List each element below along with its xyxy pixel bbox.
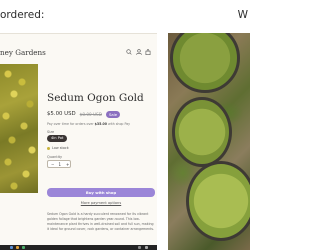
sale-badge: Sale <box>105 110 121 118</box>
more-payment-options-link[interactable]: More payment options <box>47 201 155 205</box>
price-row: $5.00 USD $8.00 USD Sale <box>47 110 121 118</box>
installments-post: with shop Pay <box>106 122 131 126</box>
installments-note: Pay over time for orders over $35.00 wit… <box>47 122 130 126</box>
product-title: Sedum Ogon Gold <box>47 92 144 104</box>
user-icon[interactable] <box>136 49 142 55</box>
sale-price: $5.00 USD <box>47 111 76 117</box>
quantity-plus-button[interactable]: + <box>66 162 69 167</box>
pot-shape <box>186 161 250 241</box>
buy-with-shop-button[interactable]: Buy with shop <box>47 188 155 197</box>
size-label: Size <box>47 130 55 134</box>
bag-icon[interactable] <box>145 49 151 55</box>
size-option-button[interactable]: 4in Pot <box>47 135 68 142</box>
taskbar-tray-icon[interactable] <box>145 246 148 249</box>
taskbar-tray-icon[interactable] <box>138 246 141 249</box>
taskbar-app-icon[interactable] <box>16 246 19 249</box>
search-icon[interactable] <box>126 49 132 55</box>
quantity-label: Quantity <box>47 155 63 159</box>
potted-sedum-photo <box>168 33 250 250</box>
intro-right-fragment: W <box>237 9 248 21</box>
compare-price: $8.00 USD <box>79 111 102 117</box>
taskbar-app-icon[interactable] <box>22 246 25 249</box>
stock-text: Low stock <box>52 146 69 150</box>
product-description: Sedum Ogon Gold is a hardy succulent ren… <box>47 212 155 231</box>
installments-pre: Pay over time for orders over <box>47 122 95 126</box>
pot-shape <box>170 33 240 93</box>
stock-dot-icon <box>47 146 50 150</box>
pot-shape <box>172 97 232 167</box>
os-taskbar <box>0 245 157 250</box>
quantity-stepper[interactable]: − 1 + <box>47 160 71 168</box>
product-image[interactable] <box>0 64 38 193</box>
store-screenshot: ney Gardens Sedum Ogon Gold $5.00 USD $8… <box>0 33 157 250</box>
taskbar-app-icon[interactable] <box>10 246 13 249</box>
quantity-value[interactable]: 1 <box>59 162 62 167</box>
intro-caption: ordered: <box>0 9 45 21</box>
store-header: ney Gardens <box>0 34 157 64</box>
installments-amount: $35.00 <box>94 122 107 126</box>
stock-status: Low stock <box>47 146 69 150</box>
quantity-minus-button[interactable]: − <box>51 162 54 167</box>
store-name[interactable]: ney Gardens <box>0 48 46 57</box>
